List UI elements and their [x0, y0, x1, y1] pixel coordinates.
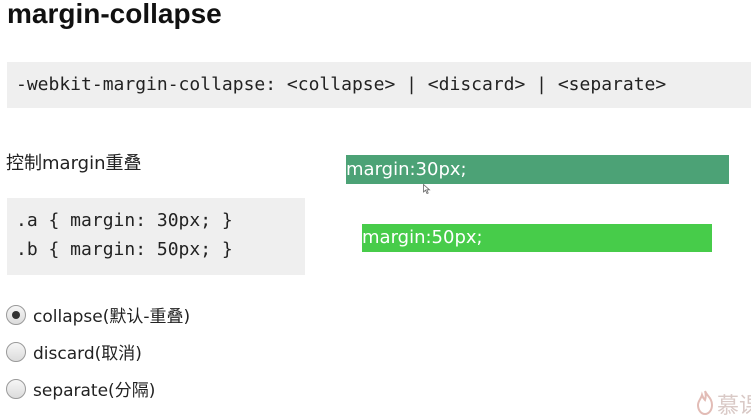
- css-code-block: .a { margin: 30px; } .b { margin: 50px; …: [7, 198, 305, 275]
- radio-label[interactable]: discard(取消): [33, 339, 142, 364]
- page-title: margin-collapse: [7, 0, 222, 29]
- radio-button-checked[interactable]: [6, 304, 26, 325]
- demo-box-b: margin:50px;: [362, 224, 712, 252]
- watermark-text: 慕课: [717, 394, 751, 415]
- radio-button[interactable]: [6, 341, 26, 362]
- flame-logo-icon: [696, 390, 714, 415]
- margin-collapse-radio-group: collapse(默认-重叠) discard(取消) separate(分隔): [6, 296, 190, 407]
- radio-label[interactable]: separate(分隔): [33, 376, 155, 401]
- slide-page: margin-collapse -webkit-margin-collapse:…: [0, 0, 751, 415]
- radio-option-separate[interactable]: separate(分隔): [6, 370, 190, 407]
- radio-button[interactable]: [6, 378, 26, 399]
- code-line: .b { margin: 50px; }: [16, 239, 233, 260]
- demo-box-a: margin:30px;: [346, 155, 729, 184]
- mouse-cursor-icon: [423, 184, 431, 194]
- radio-label[interactable]: collapse(默认-重叠): [33, 302, 190, 327]
- radio-option-discard[interactable]: discard(取消): [6, 333, 190, 370]
- section-subtitle: 控制margin重叠: [6, 153, 142, 174]
- radio-option-collapse[interactable]: collapse(默认-重叠): [6, 296, 190, 333]
- code-line: .a { margin: 30px; }: [16, 210, 233, 231]
- syntax-code-block: -webkit-margin-collapse: <collapse> | <d…: [7, 62, 751, 108]
